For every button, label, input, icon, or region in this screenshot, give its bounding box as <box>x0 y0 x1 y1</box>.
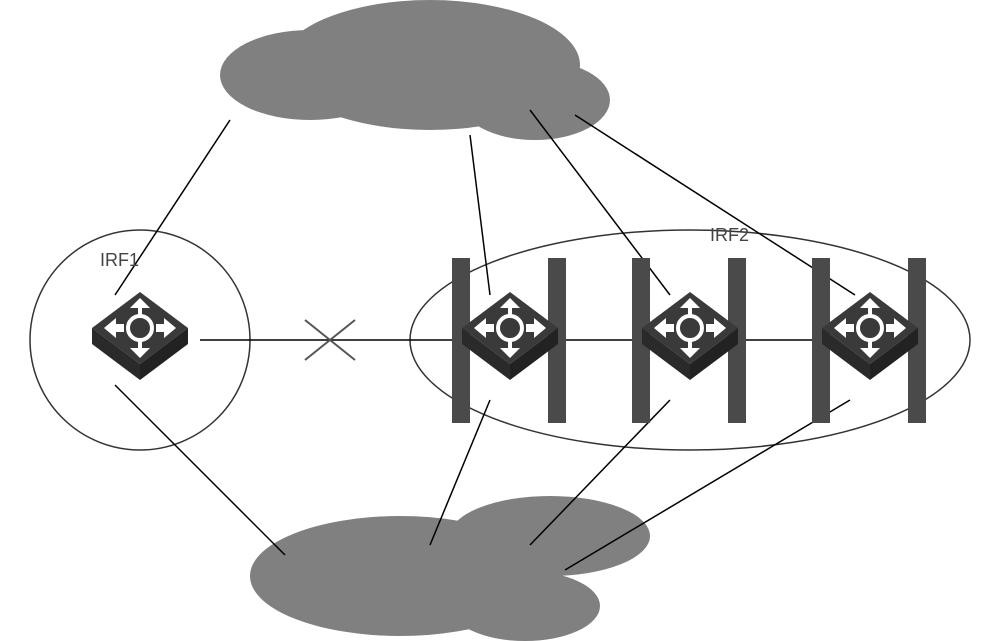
switch-3 <box>630 280 750 400</box>
switch-2 <box>450 280 570 400</box>
irf1-label: IRF1 <box>100 250 139 271</box>
irf2-label: IRF2 <box>710 225 749 246</box>
cloud-bottom <box>250 516 550 636</box>
cloud-top <box>280 0 580 130</box>
broken-link-icon <box>300 315 360 365</box>
network-diagram: IRF1 IRF2 <box>0 0 1000 641</box>
switch-4 <box>810 280 930 400</box>
switch-1 <box>80 280 200 400</box>
